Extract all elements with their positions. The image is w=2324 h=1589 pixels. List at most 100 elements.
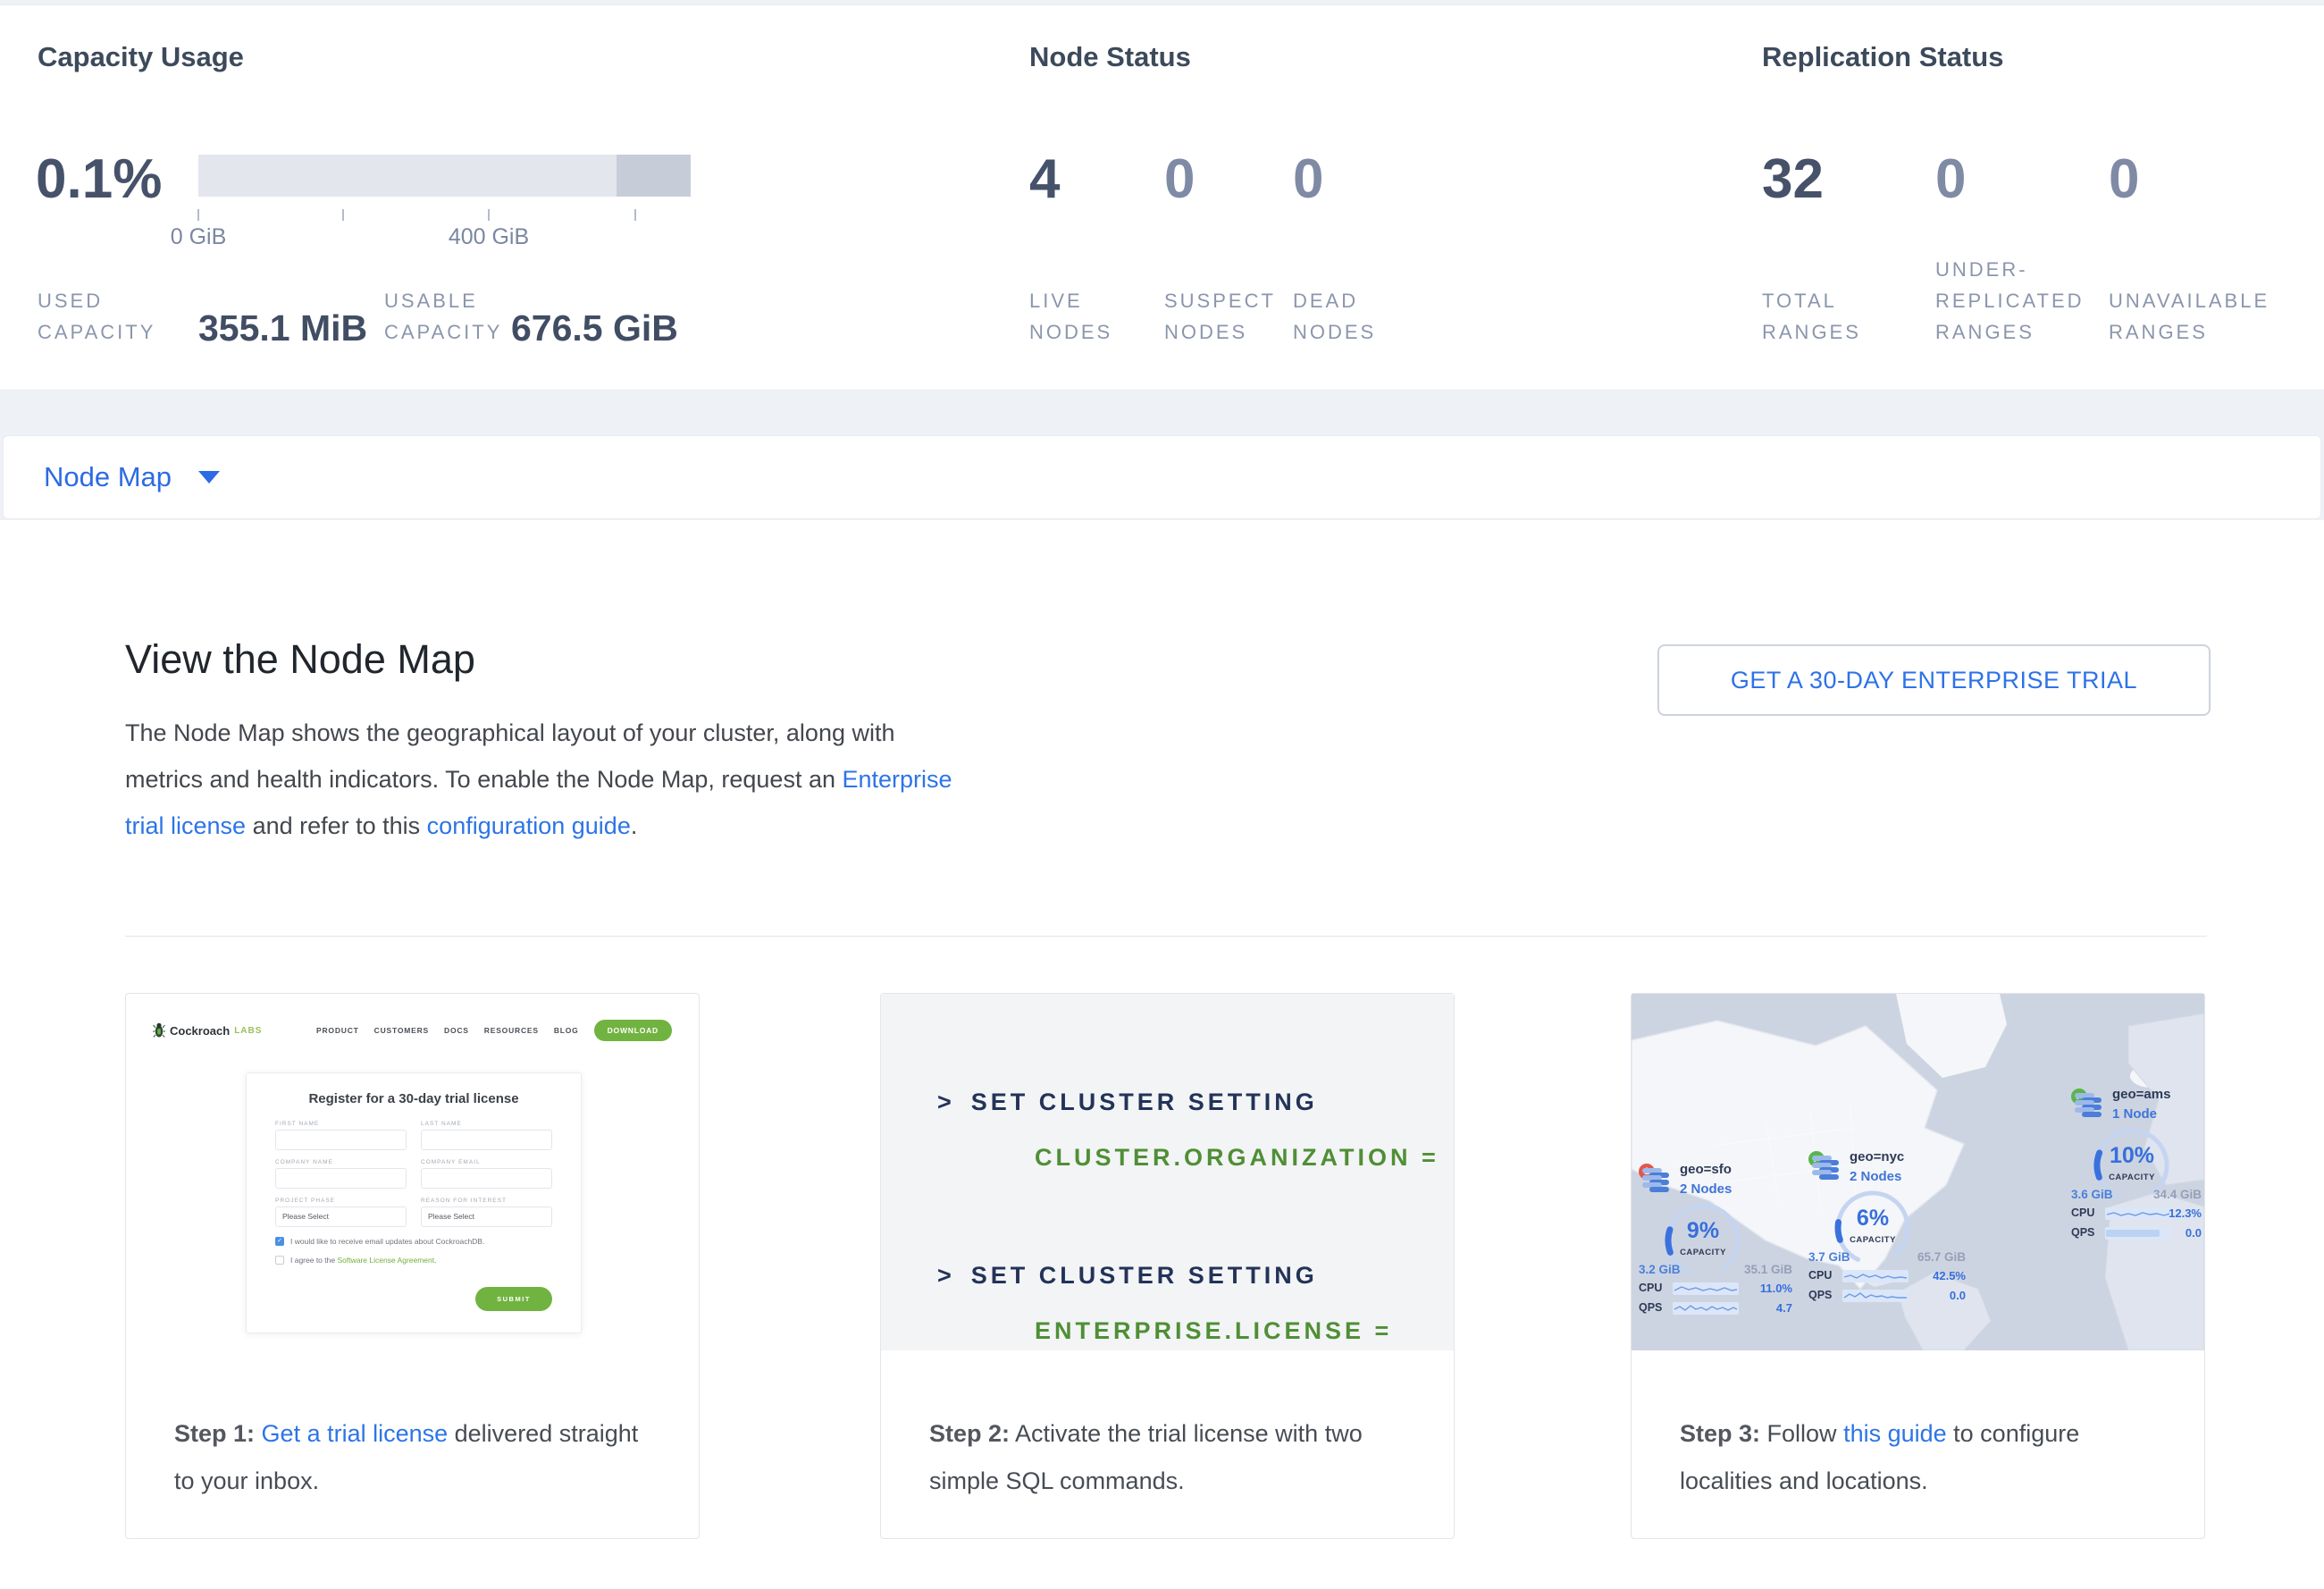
capacity-used: 3.6 GiB	[2071, 1188, 2113, 1201]
mini-site-header: Cockroach LABS PRODUCT CUSTOMERS DOCS RE…	[153, 1015, 672, 1046]
cockroach-labs-logo: Cockroach LABS	[153, 1022, 262, 1038]
qps-row: QPS 0.0	[1808, 1289, 1966, 1303]
license-agree-row: I agree to the Software License Agreemen…	[275, 1256, 552, 1265]
capacity-percent: 6%	[1832, 1206, 1914, 1232]
nav-item: RESOURCES	[484, 1026, 539, 1035]
reason-select: Please Select	[421, 1206, 552, 1227]
qps-value: 4.7	[1776, 1301, 1792, 1315]
node-map-dropdown-label: Node Map	[44, 461, 172, 493]
step3-card: 1 geo=sfo 2 Nodes 9% CAPACITY 3.2 GiB 35…	[1631, 993, 2205, 1539]
step3-caption: Step 3: Follow this guide to configure l…	[1632, 1349, 2204, 1538]
page-title: View the Node Map	[125, 636, 475, 683]
qps-value: 0.0	[1950, 1289, 1966, 1302]
node-map-dropdown[interactable]: Node Map	[3, 435, 2321, 519]
get-enterprise-trial-button[interactable]: GET A 30-DAY ENTERPRISE TRIAL	[1657, 644, 2211, 716]
cluster-overview-page: Capacity Usage 0.1% 0 GiB 400 GiB USED C…	[0, 0, 2324, 1589]
capacity-percent: 9%	[1662, 1218, 1744, 1244]
axis-tick	[634, 209, 636, 221]
capacity-total: 65.7 GiB	[1917, 1250, 1966, 1264]
qps-sparkline	[1842, 1290, 1909, 1302]
capacity-usage-bar	[198, 155, 691, 197]
cpu-value: 42.5%	[1933, 1269, 1966, 1282]
capacity-total: 35.1 GiB	[1744, 1263, 1792, 1276]
checkbox-unchecked-icon	[275, 1256, 284, 1265]
unavailable-count: 0	[2109, 150, 2139, 209]
field-label: COMPANY EMAIL	[421, 1159, 552, 1165]
intro-text: The Node Map shows the geographical layo…	[125, 719, 895, 793]
sql-code-area: >SET CLUSTER SETTING CLUSTER.ORGANIZATIO…	[881, 994, 1454, 1350]
node-map-preview: 1 geo=sfo 2 Nodes 9% CAPACITY 3.2 GiB 35…	[1632, 994, 2204, 1350]
qps-row: QPS 4.7	[1639, 1301, 1792, 1316]
intro-paragraph: The Node Map shows the geographical layo…	[125, 710, 974, 849]
step1-card: Cockroach LABS PRODUCT CUSTOMERS DOCS RE…	[125, 993, 700, 1539]
field-label: COMPANY NAME	[275, 1159, 407, 1165]
download-pill: DOWNLOAD	[594, 1020, 672, 1041]
used-capacity-label: USED CAPACITY	[38, 285, 194, 348]
checkbox-checked-icon: ✓	[275, 1237, 284, 1246]
cpu-label: CPU	[2071, 1206, 2094, 1219]
cpu-sparkline	[2105, 1207, 2171, 1220]
company-name-field	[275, 1168, 407, 1189]
last-name-field	[421, 1130, 552, 1150]
sql-command: SET CLUSTER SETTING	[971, 1262, 1318, 1289]
qps-value: 0.0	[2186, 1226, 2202, 1240]
project-phase-select: Please Select	[275, 1206, 407, 1227]
locality-node-count: 2 Nodes	[1680, 1181, 1732, 1197]
locality-marker-ams: ✓ geo=ams 1 Node 10% CAPACITY 3.6 GiB 34…	[2071, 1087, 2202, 1244]
database-icon	[1649, 1173, 1671, 1194]
qps-sparkline	[1673, 1302, 1739, 1315]
cpu-sparkline	[1842, 1270, 1909, 1282]
database-icon	[1819, 1160, 1841, 1181]
step2-caption: Step 2: Activate the trial license with …	[881, 1349, 1454, 1538]
nav-item: DOCS	[444, 1026, 469, 1035]
email-optin-row: ✓ I would like to receive email updates …	[275, 1237, 552, 1246]
optin-text: I would like to receive email updates ab…	[290, 1237, 484, 1246]
this-guide-link[interactable]: this guide	[1843, 1420, 1947, 1447]
cpu-value: 12.3%	[2169, 1206, 2202, 1220]
under-replicated-label: UNDER-REPLICATED RANGES	[1935, 254, 2110, 348]
qps-row: QPS 0.0	[2071, 1226, 2202, 1240]
axis-label-400: 400 GiB	[426, 224, 551, 250]
field-label: PROJECT PHASE	[275, 1198, 407, 1204]
total-ranges-label: TOTAL RANGES	[1762, 285, 1887, 348]
database-icon	[2082, 1097, 2103, 1119]
form-grid: FIRST NAME LAST NAME COMPANY NAME COMPAN…	[275, 1121, 552, 1227]
step-number: Step 3:	[1680, 1420, 1760, 1447]
get-trial-license-link[interactable]: Get a trial license	[262, 1420, 449, 1447]
capacity-used: 3.7 GiB	[1808, 1250, 1850, 1264]
cpu-sparkline	[1673, 1282, 1739, 1295]
capacity-total: 34.4 GiB	[2153, 1188, 2202, 1201]
capacity-percent: 10%	[2091, 1143, 2173, 1169]
step1-caption: Step 1: Get a trial license delivered st…	[126, 1349, 699, 1538]
capacity-caption: CAPACITY	[2091, 1173, 2173, 1182]
trial-registration-form: Register for a 30-day trial license FIRS…	[246, 1072, 582, 1333]
caption-text	[255, 1420, 262, 1447]
live-nodes-count: 4	[1029, 150, 1060, 209]
logo-wordmark: Cockroach	[170, 1024, 230, 1038]
intro-text: .	[631, 812, 638, 839]
sql-command-line: >SET CLUSTER SETTING	[937, 1089, 1318, 1116]
capacity-caption: CAPACITY	[1662, 1248, 1744, 1257]
locality-marker-nyc: ✓ geo=nyc 2 Nodes 6% CAPACITY 3.7 GiB 65…	[1808, 1149, 1966, 1307]
usable-capacity-value: 676.5 GiB	[511, 308, 678, 348]
locality-node-count: 2 Nodes	[1850, 1169, 1901, 1184]
capacity-usage-percent: 0.1%	[36, 150, 162, 209]
field-label: REASON FOR INTEREST	[421, 1198, 552, 1204]
chevron-down-icon	[198, 471, 220, 483]
locality-marker-sfo: 1 geo=sfo 2 Nodes 9% CAPACITY 3.2 GiB 35…	[1639, 1162, 1792, 1319]
capacity-caption: CAPACITY	[1832, 1235, 1914, 1245]
nav-item: BLOG	[554, 1026, 579, 1035]
section-divider	[125, 936, 2207, 937]
sql-arg-license: ENTERPRISE.LICENSE =	[1035, 1317, 1392, 1345]
configuration-guide-link[interactable]: configuration guide	[427, 812, 631, 839]
live-nodes-label: LIVE NODES	[1029, 285, 1145, 348]
axis-tick	[342, 209, 344, 221]
cpu-value: 11.0%	[1760, 1282, 1792, 1295]
nav-item: CUSTOMERS	[374, 1026, 429, 1035]
dead-nodes-label: DEAD NODES	[1293, 285, 1409, 348]
cpu-row: CPU 42.5%	[1808, 1269, 1966, 1283]
field-label: FIRST NAME	[275, 1121, 407, 1127]
locality-node-count: 1 Node	[2112, 1106, 2157, 1122]
axis-label-zero: 0 GiB	[136, 224, 261, 250]
intro-text: and refer to this	[246, 812, 427, 839]
